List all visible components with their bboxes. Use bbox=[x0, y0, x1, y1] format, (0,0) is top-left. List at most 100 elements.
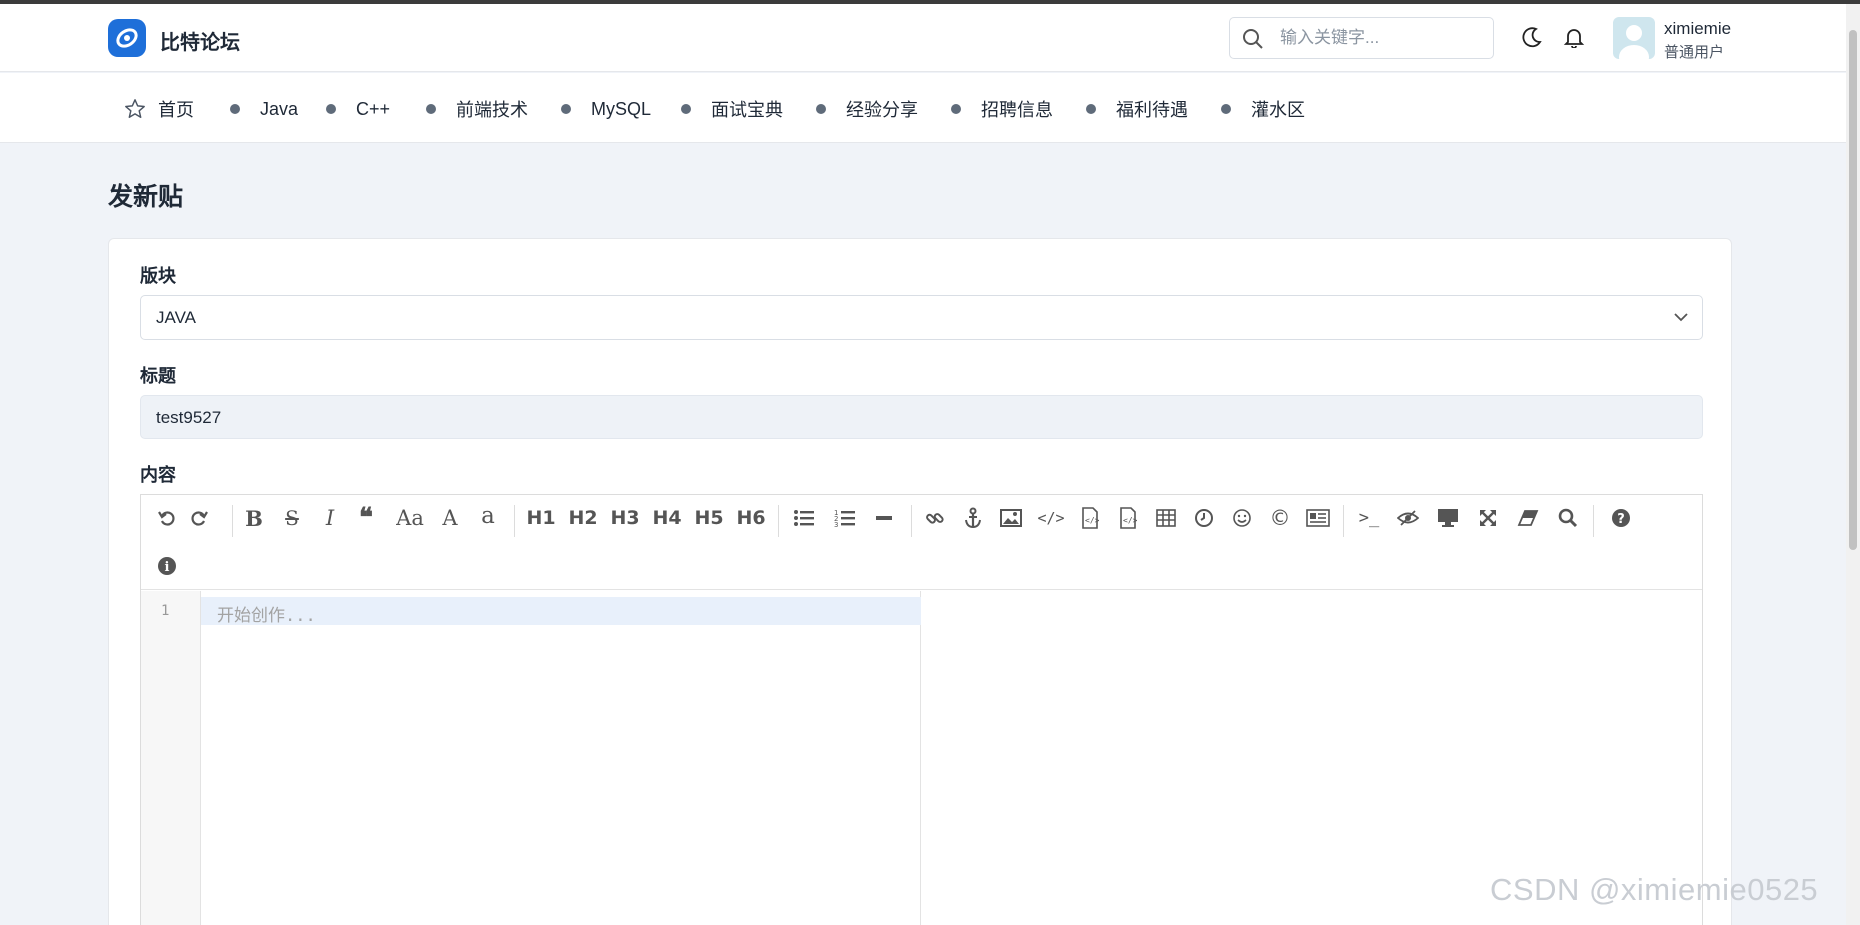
bullet-icon bbox=[1221, 104, 1231, 114]
site-header: 比特论坛 ximiemie 普通用户 bbox=[0, 4, 1860, 72]
heading-6-button[interactable]: H6 bbox=[734, 503, 768, 533]
nav-item-label: 福利待遇 bbox=[1116, 100, 1188, 120]
html-entities-icon[interactable]: © bbox=[1265, 503, 1295, 533]
svg-text:3: 3 bbox=[834, 521, 838, 528]
watch-icon[interactable] bbox=[1393, 503, 1423, 533]
bullet-icon bbox=[426, 104, 436, 114]
avatar[interactable] bbox=[1613, 17, 1655, 59]
pagebreak-icon[interactable] bbox=[1303, 503, 1333, 533]
nav-item-label: 灌水区 bbox=[1251, 100, 1305, 120]
heading-4-button[interactable]: H4 bbox=[650, 503, 684, 533]
page-scrollbar[interactable] bbox=[1846, 4, 1860, 925]
bold-icon[interactable]: B bbox=[239, 503, 269, 533]
emoji-icon[interactable] bbox=[1227, 503, 1257, 533]
nav-item-frontend[interactable]: 前端技术 bbox=[426, 97, 528, 121]
board-select-value: JAVA bbox=[156, 308, 196, 327]
search-input[interactable] bbox=[1280, 26, 1480, 50]
ordered-list-icon[interactable]: 123 bbox=[830, 503, 860, 533]
bullet-icon bbox=[681, 104, 691, 114]
italic-icon[interactable]: I bbox=[315, 503, 345, 533]
unordered-list-icon[interactable] bbox=[789, 503, 819, 533]
nav-item-label: Java bbox=[260, 98, 299, 119]
content-label: 内容 bbox=[140, 465, 176, 485]
strikethrough-icon[interactable]: S bbox=[277, 503, 307, 533]
logo-icon[interactable] bbox=[108, 19, 146, 57]
board-label: 版块 bbox=[140, 266, 176, 286]
editor-placeholder: 开始创作... bbox=[217, 606, 316, 626]
goto-line-icon[interactable]: >_ bbox=[1354, 503, 1384, 533]
nav-item-label: 首页 bbox=[158, 100, 194, 120]
bullet-icon bbox=[1086, 104, 1096, 114]
brand-name[interactable]: 比特论坛 bbox=[160, 26, 240, 55]
moon-icon[interactable] bbox=[1521, 26, 1543, 48]
nav-item-label: MySQL bbox=[591, 98, 652, 119]
scrollbar-thumb[interactable] bbox=[1849, 30, 1857, 550]
table-icon[interactable] bbox=[1151, 503, 1181, 533]
heading-5-button[interactable]: H5 bbox=[692, 503, 726, 533]
bullet-icon bbox=[816, 104, 826, 114]
lowercase-first-icon[interactable]: A bbox=[435, 503, 465, 533]
user-name[interactable]: ximiemie bbox=[1664, 19, 1731, 39]
line-number: 1 bbox=[161, 603, 170, 619]
nav-item-label: 面试宝典 bbox=[711, 100, 783, 120]
nav-item-label: 前端技术 bbox=[456, 100, 528, 120]
editor-toolbar: B S I ❝ Aa A a H1 H2 H3 H4 H5 H6 123 </>… bbox=[141, 495, 1702, 590]
heading-2-button[interactable]: H2 bbox=[566, 503, 600, 533]
quote-icon[interactable]: ❝ bbox=[351, 503, 381, 533]
nav-item-jobs[interactable]: 招聘信息 bbox=[951, 97, 1053, 121]
line-number-gutter: 1 bbox=[141, 591, 201, 925]
page-title: 发新贴 bbox=[108, 183, 184, 211]
nav-item-label: 招聘信息 bbox=[981, 100, 1053, 120]
chevron-down-icon bbox=[1674, 313, 1688, 322]
heading-3-button[interactable]: H3 bbox=[608, 503, 642, 533]
code-block-icon[interactable]: </> bbox=[1113, 503, 1143, 533]
clear-icon[interactable] bbox=[1513, 503, 1543, 533]
title-input[interactable]: test9527 bbox=[140, 395, 1703, 439]
nav-item-cpp[interactable]: C++ bbox=[326, 97, 390, 121]
info-icon[interactable]: i bbox=[152, 551, 182, 581]
help-icon[interactable]: ? bbox=[1606, 503, 1636, 533]
fullscreen-icon[interactable] bbox=[1473, 503, 1503, 533]
anchor-icon[interactable] bbox=[958, 503, 988, 533]
datetime-icon[interactable] bbox=[1189, 503, 1219, 533]
preview-icon[interactable] bbox=[1433, 503, 1463, 533]
nav-item-mysql[interactable]: MySQL bbox=[561, 97, 651, 121]
heading-1-button[interactable]: H1 bbox=[524, 503, 558, 533]
horizontal-rule-icon[interactable] bbox=[869, 503, 899, 533]
nav-item-experience[interactable]: 经验分享 bbox=[816, 97, 918, 121]
undo-icon[interactable] bbox=[152, 503, 182, 533]
star-icon bbox=[125, 99, 145, 118]
bullet-icon bbox=[230, 104, 240, 114]
nav-item-benefits[interactable]: 福利待遇 bbox=[1086, 97, 1188, 121]
code-icon[interactable]: </> bbox=[1036, 503, 1066, 533]
bell-icon[interactable] bbox=[1563, 26, 1585, 48]
search-icon bbox=[1243, 29, 1263, 49]
nav-item-home[interactable]: 首页 bbox=[124, 97, 194, 121]
lowercase-icon[interactable]: a bbox=[473, 501, 503, 531]
title-label: 标题 bbox=[140, 366, 176, 386]
nav-item-interview[interactable]: 面试宝典 bbox=[681, 97, 783, 121]
markdown-input[interactable]: 开始创作... bbox=[201, 591, 921, 925]
board-nav: 首页 Java C++ 前端技术 MySQL 面试宝典 经验分享 招聘信息 福利… bbox=[0, 73, 1860, 143]
image-icon[interactable] bbox=[996, 503, 1026, 533]
preformatted-code-icon[interactable]: </> bbox=[1075, 503, 1105, 533]
new-post-form: 版块 JAVA 标题 test9527 内容 B S I ❝ Aa A a H1… bbox=[108, 238, 1732, 925]
search-box[interactable] bbox=[1229, 17, 1494, 59]
title-input-value: test9527 bbox=[156, 408, 222, 427]
nav-item-label: C++ bbox=[356, 98, 391, 119]
svg-text:?: ? bbox=[1617, 512, 1625, 527]
watermark: CSDN @ximiemie0525 bbox=[1490, 872, 1819, 907]
svg-text:</>: </> bbox=[1085, 516, 1099, 525]
bullet-icon bbox=[561, 104, 571, 114]
uppercase-icon[interactable]: Aa bbox=[391, 503, 429, 533]
board-select[interactable]: JAVA bbox=[140, 295, 1703, 340]
search-icon[interactable] bbox=[1553, 503, 1583, 533]
nav-item-java[interactable]: Java bbox=[230, 97, 298, 121]
nav-item-label: 经验分享 bbox=[846, 100, 918, 120]
redo-icon[interactable] bbox=[184, 503, 214, 533]
link-icon[interactable] bbox=[920, 503, 950, 533]
svg-text:</>: </> bbox=[1123, 516, 1137, 525]
svg-text:i: i bbox=[165, 560, 170, 575]
nav-item-offtopic[interactable]: 灌水区 bbox=[1221, 97, 1305, 121]
bullet-icon bbox=[951, 104, 961, 114]
